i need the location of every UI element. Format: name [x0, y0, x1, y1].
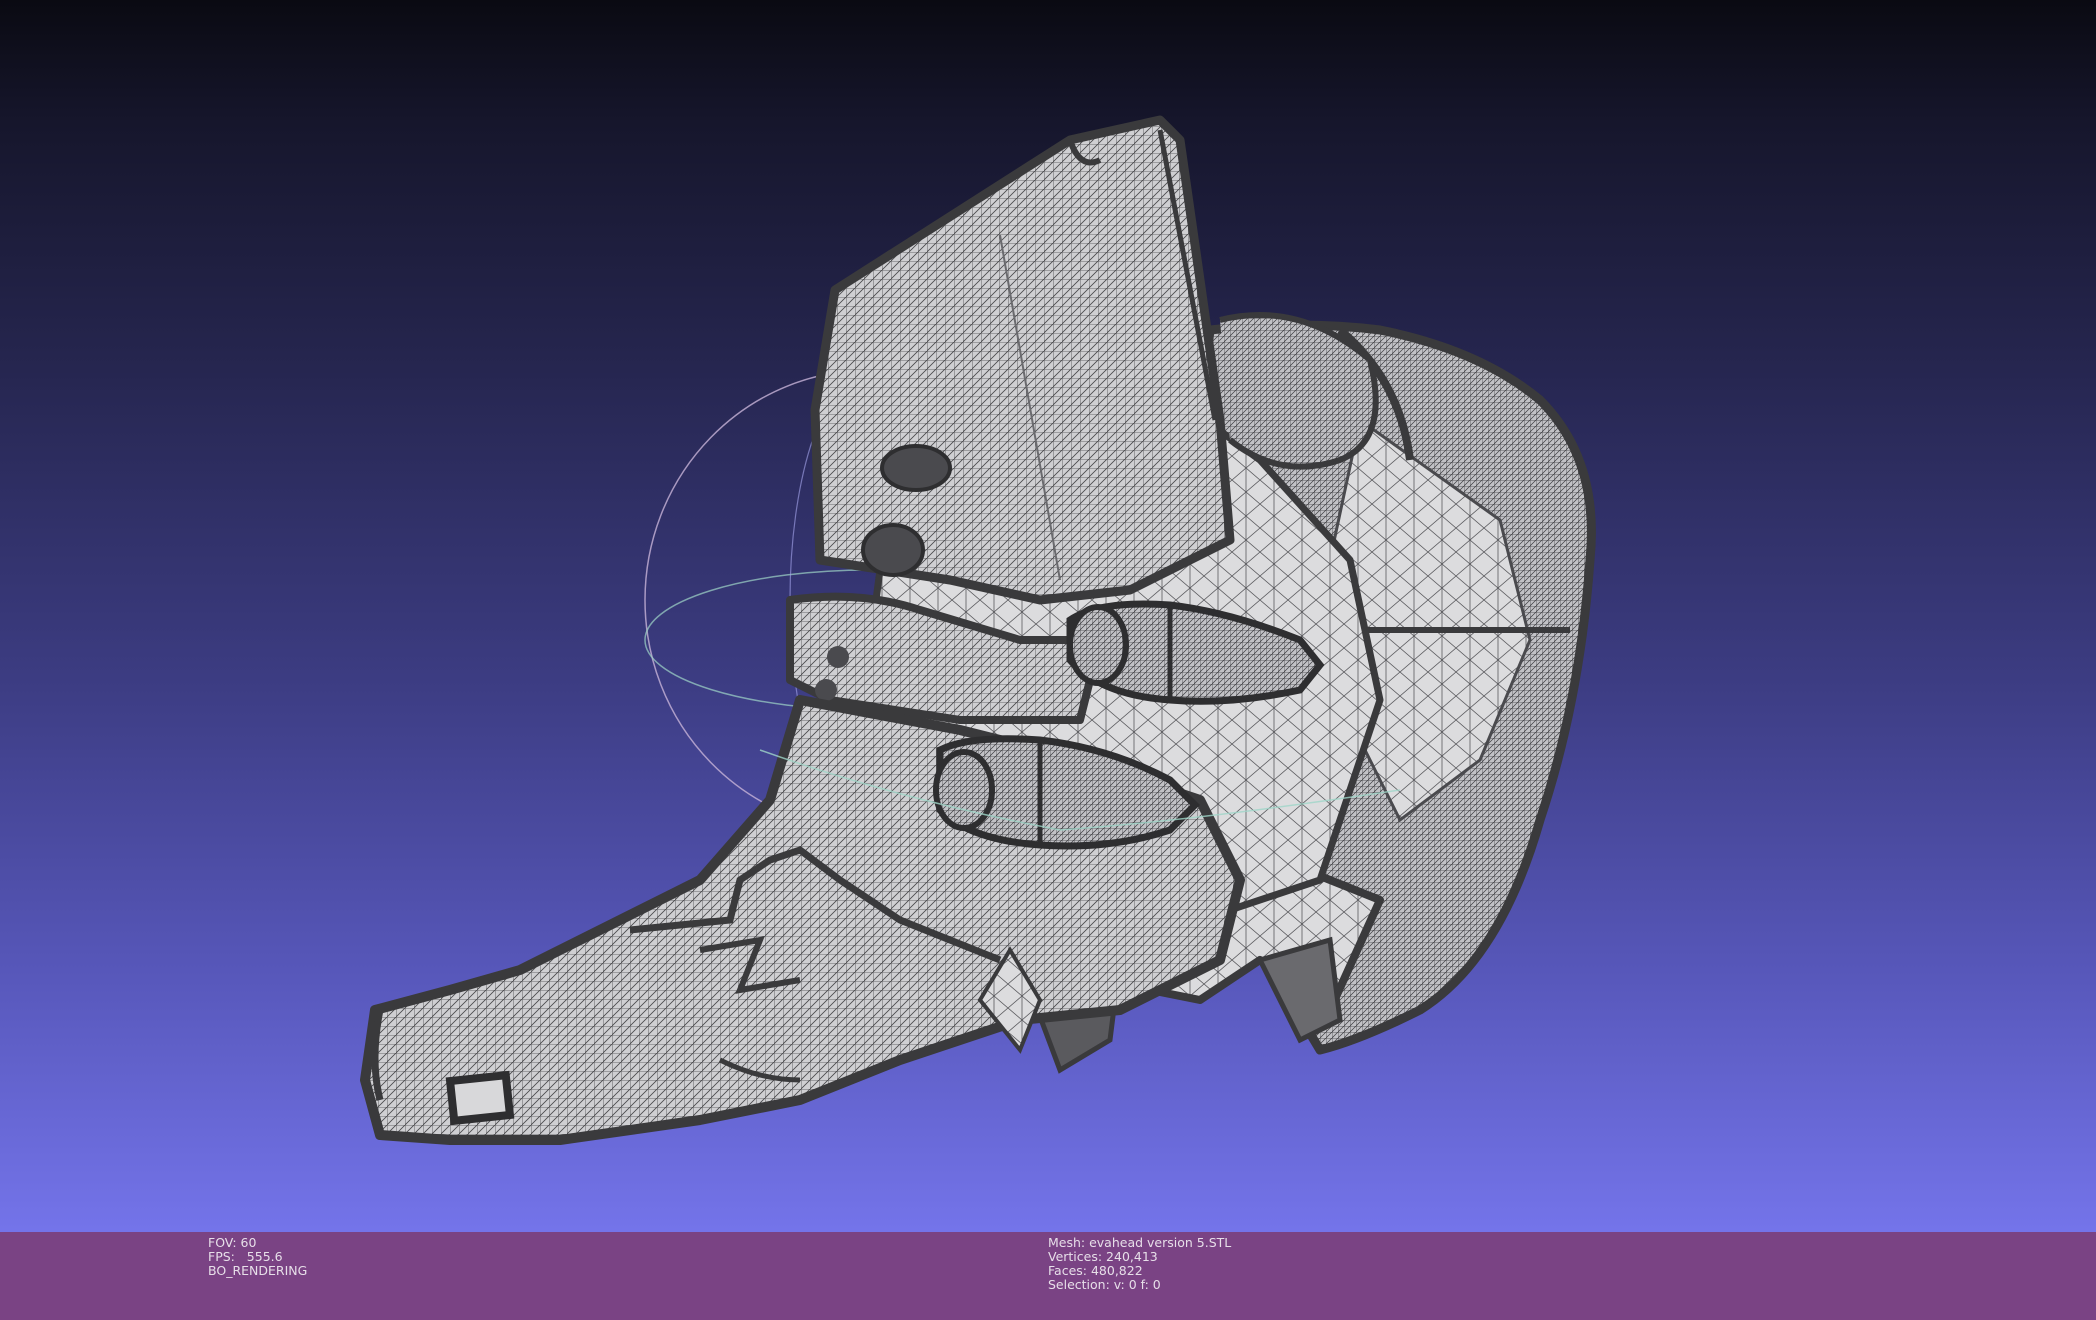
- vertices-readout: Vertices: 240,413: [1048, 1249, 1158, 1264]
- selection-readout: Selection: v: 0 f: 0: [1048, 1277, 1161, 1292]
- render-info: FOV: 60 FPS: 555.6 BO_RENDERING: [208, 1236, 307, 1278]
- fps-readout: FPS: 555.6: [208, 1249, 283, 1264]
- status-bar: FOV: 60 FPS: 555.6 BO_RENDERING Mesh: ev…: [0, 1232, 2096, 1320]
- render-mode-readout: BO_RENDERING: [208, 1263, 308, 1278]
- faces-readout: Faces: 480,822: [1048, 1263, 1143, 1278]
- 3d-viewport[interactable]: [0, 0, 2096, 1232]
- mesh-info: Mesh: evahead version 5.STL Vertices: 24…: [1048, 1236, 1231, 1292]
- fov-readout: FOV: 60: [208, 1235, 257, 1250]
- mesh-render: [360, 115, 1596, 1145]
- mesh-name-readout: Mesh: evahead version 5.STL: [1048, 1235, 1232, 1250]
